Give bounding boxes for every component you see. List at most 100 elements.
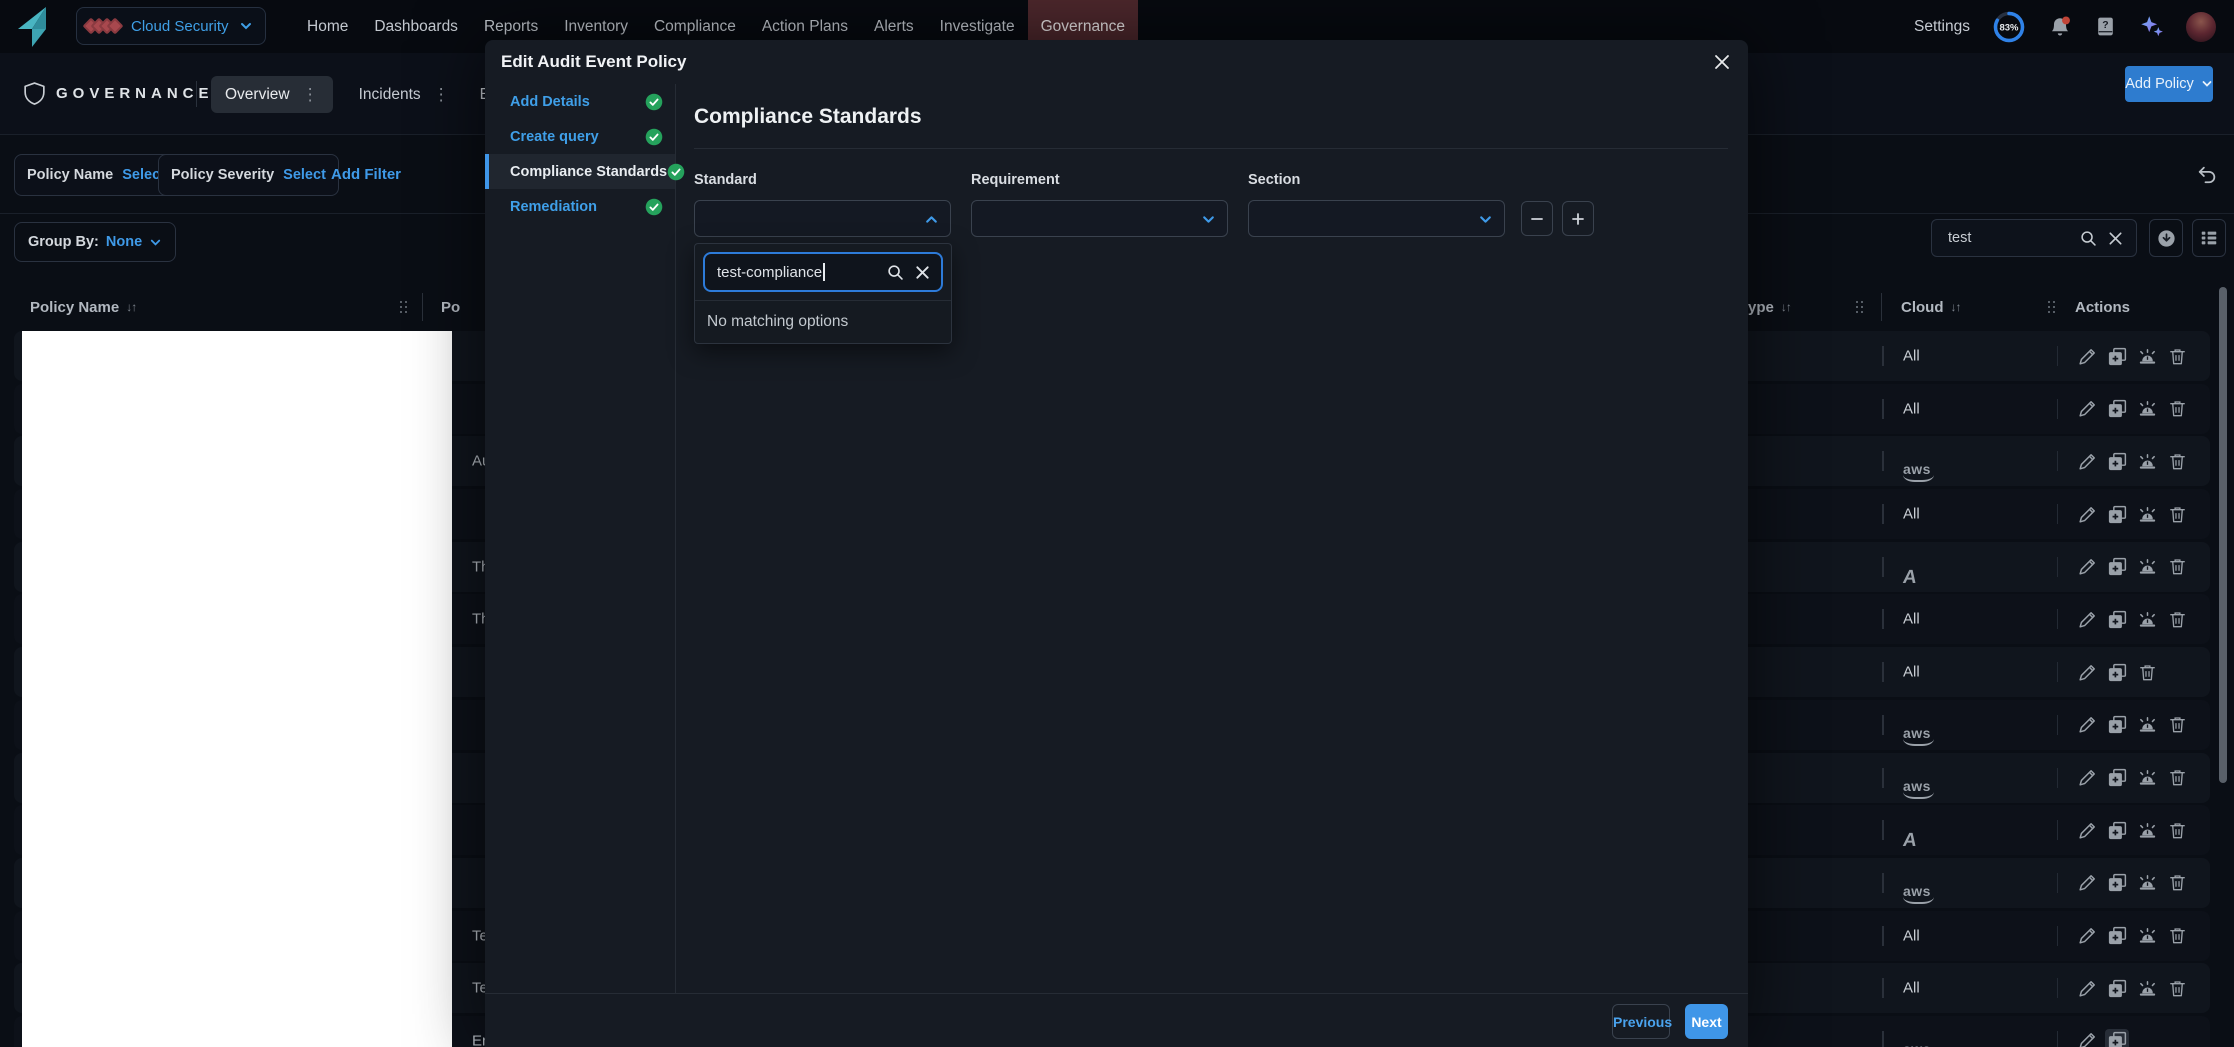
edit-icon[interactable] — [2075, 976, 2099, 1000]
clone-icon[interactable] — [2105, 449, 2129, 473]
edit-icon[interactable] — [2075, 344, 2099, 368]
alarm-icon[interactable] — [2135, 818, 2159, 842]
alarm-icon[interactable] — [2135, 344, 2159, 368]
previous-button[interactable]: Previous — [1612, 1004, 1670, 1039]
reset-undo-icon[interactable] — [2195, 164, 2218, 191]
sort-icon[interactable]: ↓↑ — [1781, 300, 1791, 314]
edit-icon[interactable] — [2075, 555, 2099, 579]
alarm-icon[interactable] — [2135, 397, 2159, 421]
clone-icon[interactable] — [2105, 555, 2129, 579]
group-by-value[interactable]: None — [106, 234, 142, 250]
clear-search-icon[interactable] — [914, 264, 931, 281]
filter-policy-name[interactable]: Policy Name Select — [14, 154, 178, 196]
alarm-icon[interactable] — [2135, 555, 2159, 579]
delete-icon[interactable] — [2165, 555, 2189, 579]
close-icon[interactable] — [1712, 52, 1732, 72]
product-switcher[interactable]: Cloud Security — [76, 7, 266, 45]
edit-icon[interactable] — [2075, 449, 2099, 473]
select-input[interactable] — [694, 200, 951, 237]
group-by-control[interactable]: Group By: None — [14, 222, 176, 262]
edit-icon[interactable] — [2075, 924, 2099, 948]
filter-select-link[interactable]: Select — [283, 167, 326, 183]
edit-icon[interactable] — [2075, 871, 2099, 895]
filter-policy-severity[interactable]: Policy Severity Select — [158, 154, 339, 196]
alarm-icon[interactable] — [2135, 713, 2159, 737]
wizard-step[interactable]: Remediation — [485, 189, 675, 224]
scrollbar-thumb[interactable] — [2219, 287, 2227, 783]
column-header-policy-name[interactable]: Policy Name↓↑ — [30, 283, 136, 331]
select-input[interactable] — [1248, 200, 1505, 237]
clone-icon[interactable] — [2105, 397, 2129, 421]
drag-handle-icon[interactable] — [400, 301, 408, 314]
remove-standard-button[interactable] — [1521, 201, 1553, 236]
delete-icon[interactable] — [2165, 924, 2189, 948]
edit-icon[interactable] — [2075, 766, 2099, 790]
sort-icon[interactable]: ↓↑ — [1951, 300, 1961, 314]
download-button[interactable] — [2149, 219, 2183, 257]
delete-icon[interactable] — [2165, 344, 2189, 368]
clone-icon[interactable] — [2105, 713, 2129, 737]
clone-icon[interactable] — [2105, 344, 2129, 368]
brand-logo-icon[interactable] — [12, 4, 56, 52]
clone-icon[interactable] — [2105, 766, 2129, 790]
delete-icon[interactable] — [2165, 766, 2189, 790]
edit-icon[interactable] — [2075, 713, 2099, 737]
clone-icon[interactable] — [2105, 976, 2129, 1000]
clone-icon[interactable] — [2105, 607, 2129, 631]
add-policy-button[interactable]: Add Policy — [2125, 66, 2213, 102]
drag-handle-icon[interactable] — [2048, 301, 2056, 314]
edit-icon[interactable] — [2075, 1029, 2099, 1047]
add-filter-link[interactable]: Add Filter — [331, 166, 401, 183]
settings-link[interactable]: Settings — [1914, 18, 1970, 36]
alarm-icon[interactable] — [2135, 502, 2159, 526]
edit-icon[interactable] — [2075, 607, 2099, 631]
kebab-menu-icon[interactable]: ⋮ — [433, 86, 450, 103]
alarm-icon[interactable] — [2135, 449, 2159, 473]
delete-icon[interactable] — [2165, 713, 2189, 737]
column-settings-button[interactable] — [2192, 219, 2226, 257]
nav-item[interactable]: Dashboards — [361, 0, 471, 53]
search-icon[interactable] — [2079, 229, 2098, 248]
edit-icon[interactable] — [2075, 502, 2099, 526]
sort-icon[interactable]: ↓↑ — [126, 300, 136, 314]
edit-icon[interactable] — [2075, 660, 2099, 684]
clone-icon[interactable] — [2105, 502, 2129, 526]
delete-icon[interactable] — [2165, 502, 2189, 526]
wizard-step[interactable]: Add Details — [485, 84, 675, 119]
governance-tab[interactable]: Incidents ⋮ — [355, 76, 454, 113]
clone-icon[interactable] — [2105, 818, 2129, 842]
delete-icon[interactable] — [2165, 976, 2189, 1000]
select-input[interactable] — [971, 200, 1228, 237]
drag-handle-icon[interactable] — [1856, 301, 1864, 314]
notifications-bell-icon[interactable] — [2048, 15, 2072, 39]
table-scrollbar[interactable] — [2218, 285, 2228, 1047]
add-standard-button[interactable] — [1562, 201, 1594, 236]
clone-icon[interactable] — [2105, 924, 2129, 948]
clear-search-icon[interactable] — [2107, 230, 2124, 247]
delete-icon[interactable] — [2165, 397, 2189, 421]
user-avatar[interactable] — [2186, 12, 2216, 42]
column-header-type-partial[interactable]: ype↓↑ — [1748, 283, 1791, 331]
wizard-step[interactable]: Compliance Standards — [485, 154, 675, 189]
kebab-menu-icon[interactable]: ⋮ — [302, 86, 319, 103]
alarm-icon[interactable] — [2135, 871, 2159, 895]
alarm-icon[interactable] — [2135, 924, 2159, 948]
usage-ring[interactable]: 83% — [1992, 10, 2026, 44]
delete-icon[interactable] — [2165, 449, 2189, 473]
alarm-icon[interactable] — [2135, 766, 2159, 790]
edit-icon[interactable] — [2075, 818, 2099, 842]
next-button[interactable]: Next — [1685, 1004, 1728, 1039]
dropdown-search-input[interactable]: test-compliance — [703, 252, 943, 292]
table-search-input[interactable]: test — [1931, 219, 2137, 257]
nav-item[interactable]: Home — [294, 0, 361, 53]
ai-sparkles-icon[interactable] — [2139, 14, 2164, 39]
delete-icon[interactable] — [2165, 818, 2189, 842]
column-header-cloud[interactable]: Cloud↓↑ — [1901, 283, 1961, 331]
edit-icon[interactable] — [2075, 397, 2099, 421]
delete-icon[interactable] — [2165, 871, 2189, 895]
governance-tab[interactable]: Overview ⋮ — [211, 76, 333, 113]
wizard-step[interactable]: Create query — [485, 119, 675, 154]
clone-icon[interactable] — [2105, 871, 2129, 895]
alarm-icon[interactable] — [2135, 976, 2159, 1000]
delete-icon[interactable] — [2135, 660, 2159, 684]
